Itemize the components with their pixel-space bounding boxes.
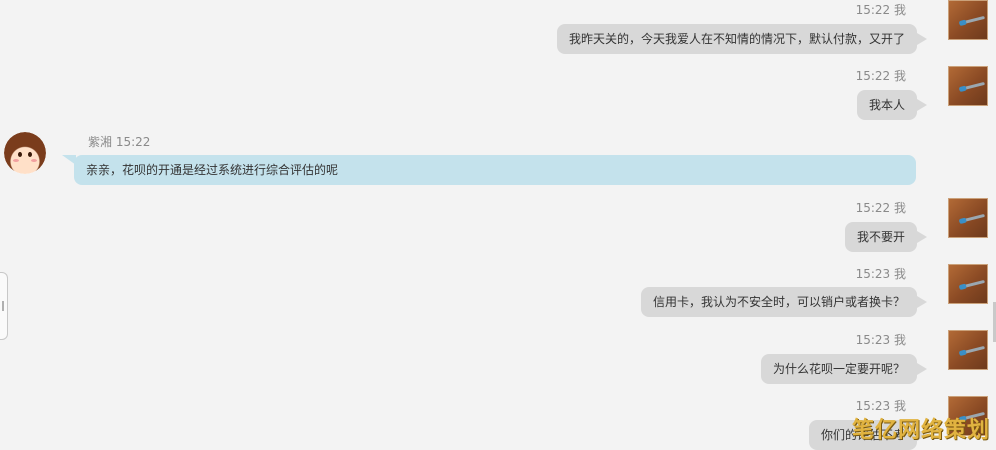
pen-icon [959, 81, 985, 92]
watermark: 笔亿网络策划 [851, 418, 990, 443]
agent-eye [18, 152, 22, 157]
user-avatar[interactable] [948, 198, 988, 238]
side-scroll-handle[interactable] [0, 272, 8, 340]
agent-face-icon [4, 132, 46, 174]
grip-icon [2, 301, 4, 311]
outgoing-message: 为什么花呗一定要开呢？ [760, 354, 928, 384]
pen-icon [959, 345, 985, 356]
user-avatar[interactable] [948, 330, 988, 370]
message-meta: 15:22 我 [855, 3, 906, 17]
chat-log: 15:22 我 我昨天关的，今天我爱人在不知情的情况下，默认付款，又开了 15:… [0, 0, 996, 450]
outgoing-message: 我不要开 [844, 222, 928, 252]
agent-eye [28, 152, 32, 157]
message-meta: 紫湘 15:22 [88, 135, 151, 149]
agent-cheek [31, 159, 37, 162]
agent-avatar[interactable] [4, 132, 46, 174]
pen-icon [959, 15, 985, 26]
message-meta: 15:22 我 [855, 201, 906, 215]
pen-icon [959, 213, 985, 224]
user-avatar[interactable] [948, 66, 988, 106]
user-avatar[interactable] [948, 0, 988, 40]
message-meta: 15:23 我 [855, 333, 906, 347]
pen-icon [959, 279, 985, 290]
message-meta: 15:22 我 [855, 69, 906, 83]
incoming-message: 亲亲，花呗的开通是经过系统进行综合评估的呢 [62, 155, 916, 185]
outgoing-message: 信用卡，我认为不安全时，可以销户或者换卡？ [640, 287, 928, 317]
outgoing-message: 我昨天关的，今天我爱人在不知情的情况下，默认付款，又开了 [556, 24, 928, 54]
message-meta: 15:23 我 [855, 267, 906, 281]
user-avatar[interactable] [948, 264, 988, 304]
outgoing-message: 我本人 [856, 90, 928, 120]
agent-cheek [13, 159, 19, 162]
